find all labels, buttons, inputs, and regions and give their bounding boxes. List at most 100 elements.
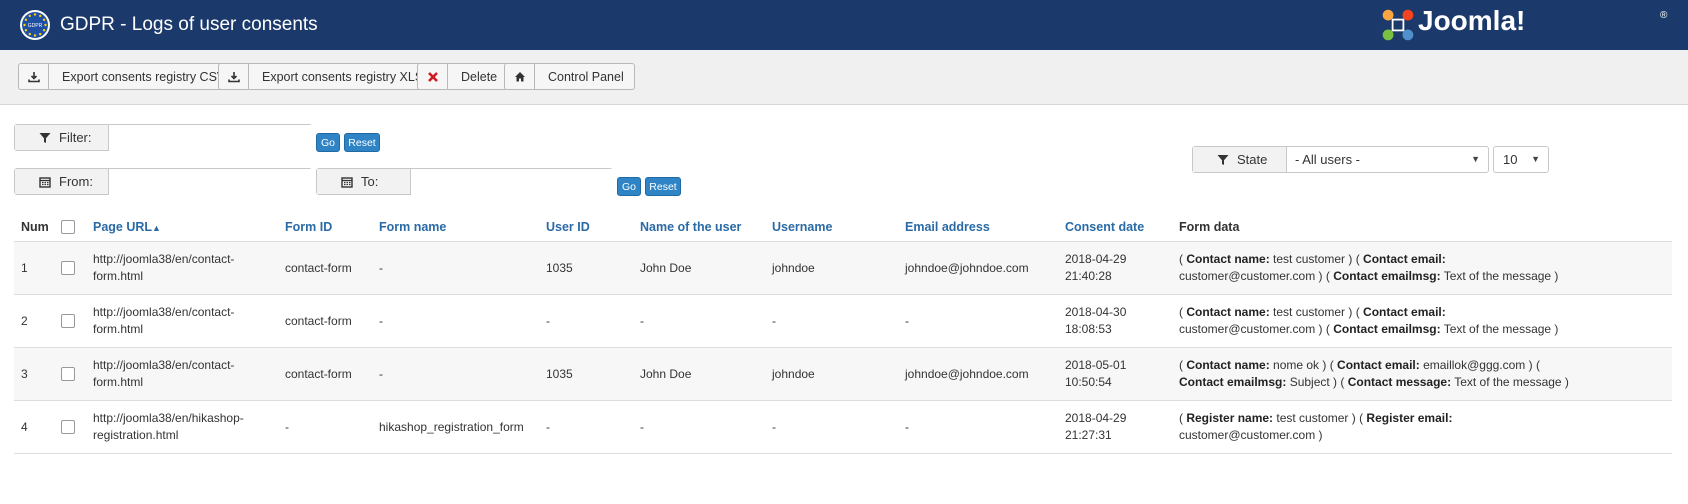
state-addon: State [1193,147,1287,172]
form-data-key: Contact emailmsg: [1333,269,1441,283]
cell-consent-date: 2018-04-29 21:40:28 [1058,241,1172,295]
table-row[interactable]: 1 http://joomla38/en/contact-form.html con… [14,241,1672,295]
col-consent-date[interactable]: Consent date [1058,212,1172,242]
close-icon [418,64,448,89]
row-checkbox[interactable] [61,261,75,276]
url-line: form.html [93,375,144,389]
user-name: John Doe [640,366,692,381]
date-reset-button[interactable]: Reset [645,177,681,196]
delete-button[interactable]: Delete [417,63,509,90]
url-line: form.html [93,322,144,336]
row-num: 1 [21,260,28,275]
cell-page-url: http://joomla38/en/hikashop-registration… [86,400,278,454]
form-data-key: Contact name: [1186,305,1270,319]
cell-form-data: ( Contact name: nome ok ) ( Contact emai… [1172,347,1672,401]
form-data-key: Contact email: [1363,305,1446,319]
row-checkbox[interactable] [61,420,75,435]
form-data-key: Contact email: [1363,252,1446,266]
row-num: 4 [21,419,28,434]
state-filter[interactable]: State - All users - ▼ [1192,146,1489,173]
cell-email: johndoe@johndoe.com [898,241,1058,295]
table-row[interactable]: 2 http://joomla38/en/contact-form.html con… [14,294,1672,348]
cell-username: - [765,400,898,454]
filter-icon [1217,154,1229,166]
form-data-key: Register email: [1366,411,1453,425]
col-form-id[interactable]: Form ID [278,212,372,242]
export-csv-button[interactable]: Export consents registry CSV [18,63,237,90]
form-data-text: test customer ) ( [1273,411,1367,425]
form-name: - [379,313,383,328]
col-username[interactable]: Username [765,212,898,242]
filter-addon: Filter: [15,125,109,150]
filter-go-button[interactable]: Go [316,133,340,152]
form-data-text: test customer ) ( [1269,305,1364,319]
filter-reset-button[interactable]: Reset [344,133,380,152]
url-line: http://joomla38/en/contact- [93,305,235,319]
cell-user-name: John Doe [633,241,765,295]
form-data-text: Text of the message ) [1440,322,1559,336]
user-id: 1035 [546,366,573,381]
download-icon [219,64,249,89]
app-header: GDPR GDPR - Logs of user consents Joomla… [0,0,1688,50]
to-addon: To: [317,169,411,194]
col-form-name[interactable]: Form name [372,212,539,242]
user-name: - [640,419,644,434]
form-data-key: Contact email: [1337,358,1420,372]
form-data-key: Contact name: [1186,358,1270,372]
date-go-button[interactable]: Go [617,177,641,196]
consent-date: 2018-04-30 [1065,305,1127,319]
col-page-url[interactable]: Page URL▲ [86,212,278,242]
row-checkbox[interactable] [61,314,75,329]
gdpr-eu-stars-icon: GDPR [20,10,50,40]
cell-form-data: ( Contact name: test customer ) ( Contac… [1172,294,1672,348]
cell-num: 1 [14,241,54,295]
to-date-input[interactable] [411,169,614,196]
consents-table: Num Page URL▲ Form ID Form name User ID … [14,212,1672,454]
calendar-icon [341,176,353,188]
filter-input[interactable] [109,125,313,152]
delete-label: Delete [461,69,498,84]
cell-user-id: 1035 [539,241,633,295]
url-line: http://joomla38/en/hikashop- [93,411,244,425]
form-data-text: customer@customer.com ) ( [1179,322,1334,336]
consent-time: 21:27:31 [1065,428,1112,442]
cell-form-id: contact-form [278,347,372,401]
cell-form-data: ( Register name: test customer ) ( Regis… [1172,400,1672,454]
cell-num: 3 [14,347,54,401]
email-address: - [905,419,909,434]
col-user-id[interactable]: User ID [539,212,633,242]
col-email[interactable]: Email address [898,212,1058,242]
check-all-checkbox[interactable] [61,219,75,234]
cell-email: - [898,294,1058,348]
table-row[interactable]: 4 http://joomla38/en/hikashop-registratio… [14,400,1672,454]
form-data-text: Subject ) ( [1286,375,1348,389]
user-name: - [640,313,644,328]
limit-select[interactable]: 10 ▼ [1493,146,1549,173]
form-data-text: Text of the message ) [1440,269,1559,283]
row-checkbox[interactable] [61,367,75,382]
export-xls-button[interactable]: Export consents registry XLS [218,63,435,90]
from-date-input[interactable] [109,169,313,196]
form-data-text: test customer ) ( [1269,252,1364,266]
url-line: http://joomla38/en/contact- [93,252,235,266]
cell-user-name: John Doe [633,347,765,401]
cell-consent-date: 2018-04-30 18:08:53 [1058,294,1172,348]
table-header-row: Num Page URL▲ Form ID Form name User ID … [14,212,1672,242]
username: - [772,313,776,328]
control-panel-button[interactable]: Control Panel [504,63,635,90]
username: johndoe [772,366,815,381]
cell-form-id: contact-form [278,294,372,348]
cell-email: johndoe@johndoe.com [898,347,1058,401]
row-num: 2 [21,313,28,328]
consent-time: 21:40:28 [1065,269,1112,283]
form-name: hikashop_registration_form [379,419,524,434]
joomla-logo-icon [1382,9,1414,41]
consent-time: 18:08:53 [1065,322,1112,336]
table-row[interactable]: 3 http://joomla38/en/contact-form.html con… [14,347,1672,401]
cell-username: - [765,294,898,348]
form-id: contact-form [285,366,352,381]
col-user-name[interactable]: Name of the user [633,212,765,242]
cell-form-name: - [372,294,539,348]
cell-form-name: - [372,347,539,401]
export-csv-label: Export consents registry CSV [62,69,226,84]
